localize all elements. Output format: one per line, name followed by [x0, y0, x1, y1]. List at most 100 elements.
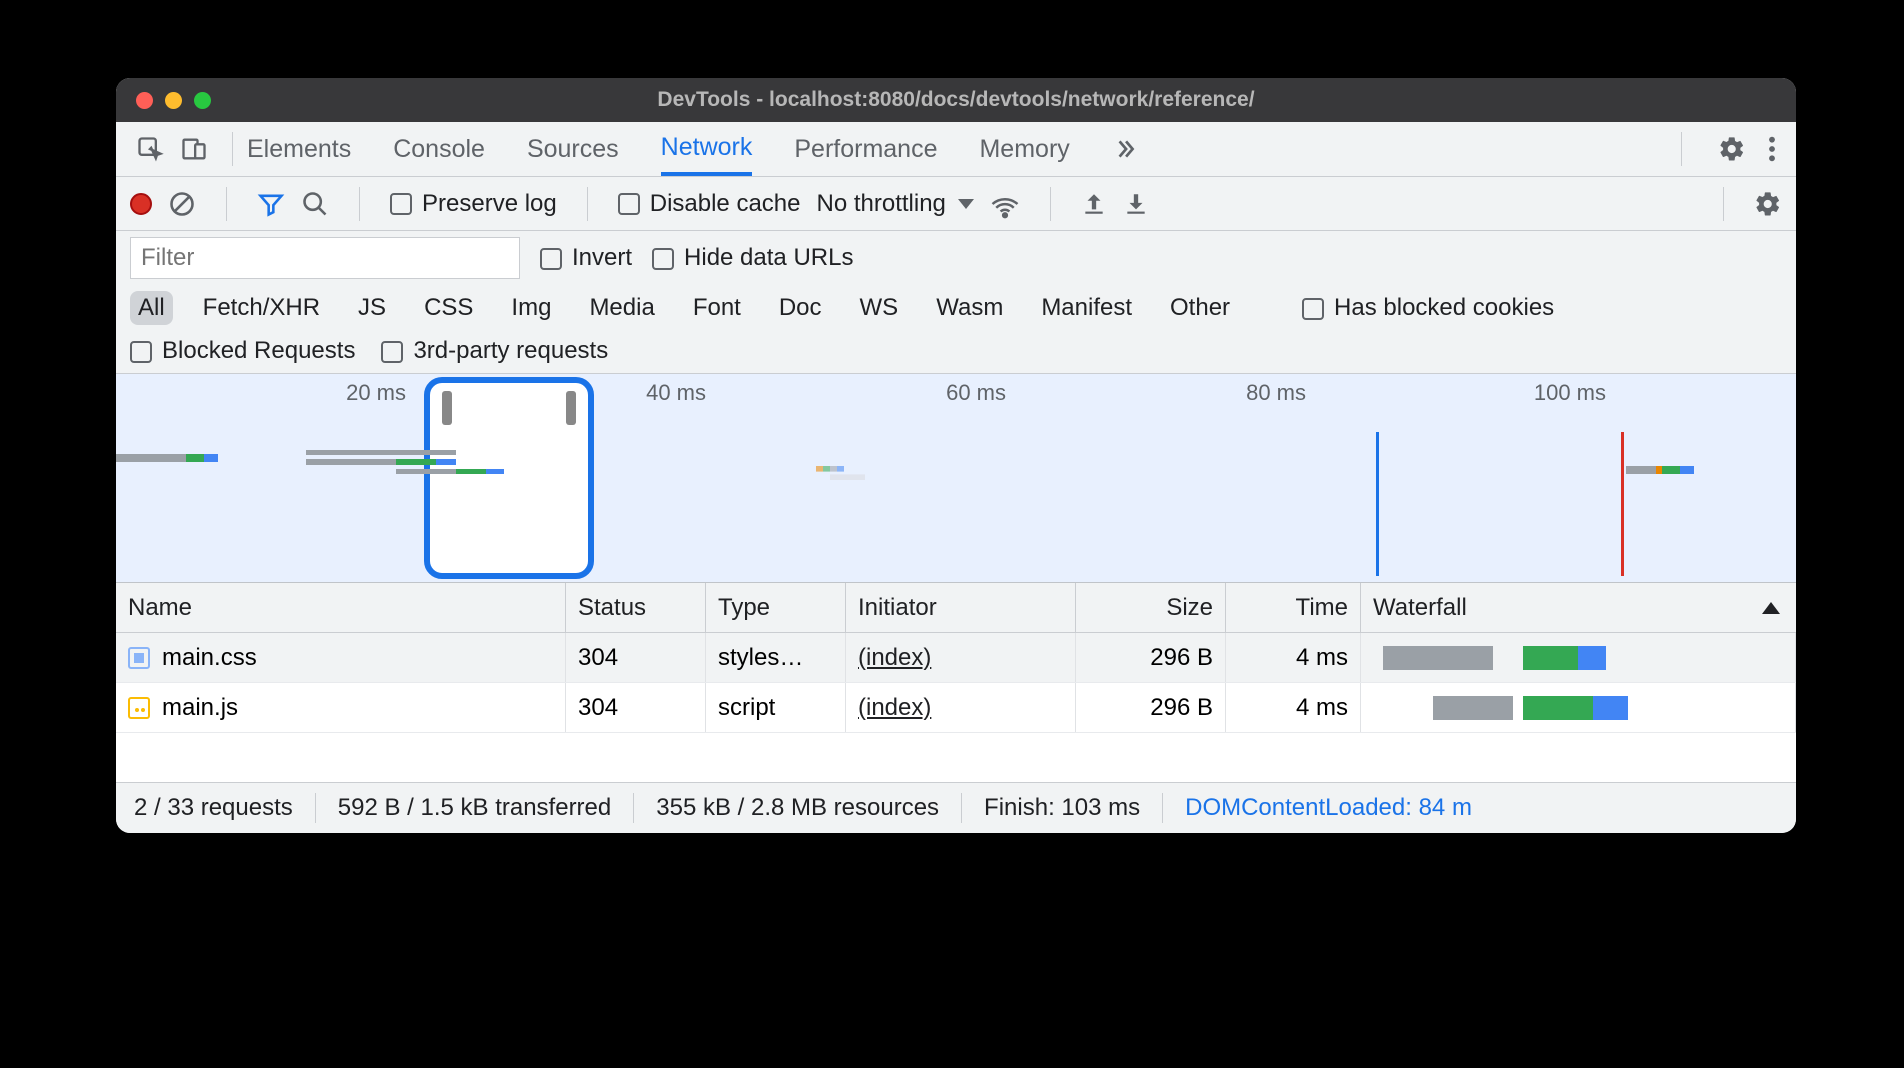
col-header-size[interactable]: Size: [1076, 583, 1226, 632]
col-header-initiator[interactable]: Initiator: [846, 583, 1076, 632]
type-filter-row: All Fetch/XHR JS CSS Img Media Font Doc …: [130, 291, 1782, 325]
timeline-tick: 80 ms: [1246, 380, 1306, 406]
devtools-window: DevTools - localhost:8080/docs/devtools/…: [116, 78, 1796, 833]
settings-gear-icon[interactable]: [1718, 135, 1746, 163]
divider: [232, 132, 233, 166]
hide-data-urls-checkbox[interactable]: Hide data URLs: [652, 244, 853, 272]
tab-memory[interactable]: Memory: [979, 122, 1069, 176]
inspect-element-icon[interactable]: [136, 135, 164, 163]
window-title: DevTools - localhost:8080/docs/devtools/…: [116, 88, 1796, 112]
divider: [359, 187, 360, 221]
third-party-checkbox[interactable]: 3rd-party requests: [381, 337, 608, 365]
blocked-requests-label: Blocked Requests: [162, 337, 355, 364]
col-header-time[interactable]: Time: [1226, 583, 1361, 632]
disable-cache-checkbox[interactable]: Disable cache: [618, 190, 801, 218]
type-filter-js[interactable]: JS: [350, 291, 394, 325]
network-toolbar: Preserve log Disable cache No throttling: [116, 177, 1796, 231]
record-button[interactable]: [130, 193, 152, 215]
load-marker: [1621, 432, 1624, 576]
type-filter-fetchxhr[interactable]: Fetch/XHR: [195, 291, 328, 325]
tab-console[interactable]: Console: [393, 122, 485, 176]
type-filter-wasm[interactable]: Wasm: [928, 291, 1011, 325]
requests-table-header: Name Status Type Initiator Size Time Wat…: [116, 583, 1796, 633]
tab-sources[interactable]: Sources: [527, 122, 619, 176]
filter-funnel-icon[interactable]: [257, 190, 285, 218]
divider: [226, 187, 227, 221]
chevron-down-icon: [958, 199, 974, 209]
dcl-marker: [1376, 432, 1379, 576]
network-conditions-icon[interactable]: [990, 189, 1020, 219]
tab-performance[interactable]: Performance: [794, 122, 937, 176]
sort-caret-up-icon: [1762, 602, 1780, 614]
table-row[interactable]: main.css304styles…(index)296 B4 ms: [116, 633, 1796, 683]
col-header-waterfall[interactable]: Waterfall: [1361, 583, 1796, 632]
divider: [1050, 187, 1051, 221]
device-toolbar-icon[interactable]: [180, 135, 208, 163]
request-status: 304: [566, 683, 706, 732]
type-filter-css[interactable]: CSS: [416, 291, 481, 325]
js-file-icon: [128, 697, 150, 719]
preserve-log-label: Preserve log: [422, 190, 557, 217]
clear-icon[interactable]: [168, 190, 196, 218]
network-settings-gear-icon[interactable]: [1754, 190, 1782, 218]
tab-elements[interactable]: Elements: [247, 122, 351, 176]
type-filter-font[interactable]: Font: [685, 291, 749, 325]
filter-input[interactable]: [130, 237, 520, 279]
minimize-window-button[interactable]: [165, 92, 182, 109]
selection-handle-right[interactable]: [566, 391, 576, 425]
type-filter-ws[interactable]: WS: [852, 291, 907, 325]
throttling-select[interactable]: No throttling: [816, 190, 973, 218]
type-filter-doc[interactable]: Doc: [771, 291, 830, 325]
upload-har-icon[interactable]: [1081, 191, 1107, 217]
request-status: 304: [566, 633, 706, 682]
maximize-window-button[interactable]: [194, 92, 211, 109]
disable-cache-label: Disable cache: [650, 190, 801, 217]
request-initiator[interactable]: (index): [858, 694, 931, 722]
search-icon[interactable]: [301, 190, 329, 218]
tab-network[interactable]: Network: [661, 122, 753, 176]
type-filter-manifest[interactable]: Manifest: [1033, 291, 1140, 325]
request-initiator[interactable]: (index): [858, 644, 931, 672]
download-har-icon[interactable]: [1123, 191, 1149, 217]
invert-checkbox[interactable]: Invert: [540, 244, 632, 272]
close-window-button[interactable]: [136, 92, 153, 109]
overview-timeline[interactable]: 20 ms 40 ms 60 ms 80 ms 100 ms: [116, 373, 1796, 583]
table-empty-row: [116, 733, 1796, 783]
request-waterfall: [1361, 633, 1796, 682]
filter-panel: Invert Hide data URLs All Fetch/XHR JS C…: [116, 231, 1796, 373]
type-filter-media[interactable]: Media: [581, 291, 662, 325]
preserve-log-checkbox[interactable]: Preserve log: [390, 190, 557, 218]
request-time: 4 ms: [1226, 683, 1361, 732]
selection-handle-left[interactable]: [442, 391, 452, 425]
type-filter-all[interactable]: All: [130, 291, 173, 325]
divider: [1681, 132, 1682, 166]
type-filter-other[interactable]: Other: [1162, 291, 1238, 325]
invert-label: Invert: [572, 244, 632, 271]
status-dcl: DOMContentLoaded: 84 m: [1185, 794, 1472, 822]
blocked-requests-checkbox[interactable]: Blocked Requests: [130, 337, 355, 365]
timeline-tick: 40 ms: [646, 380, 706, 406]
timeline-tick: 20 ms: [346, 380, 406, 406]
col-header-name[interactable]: Name: [116, 583, 566, 632]
has-blocked-cookies-label: Has blocked cookies: [1334, 294, 1554, 321]
table-row[interactable]: main.js304script(index)296 B4 ms: [116, 683, 1796, 733]
col-header-type[interactable]: Type: [706, 583, 846, 632]
kebab-menu-icon[interactable]: [1768, 135, 1776, 163]
panel-tabs-row: Elements Console Sources Network Perform…: [116, 122, 1796, 177]
status-requests: 2 / 33 requests: [134, 794, 293, 822]
more-tabs-icon[interactable]: [1112, 136, 1138, 162]
request-size: 296 B: [1076, 633, 1226, 682]
type-filter-img[interactable]: Img: [503, 291, 559, 325]
status-finish: Finish: 103 ms: [984, 794, 1140, 822]
timeline-selection-highlight[interactable]: [424, 377, 594, 579]
request-time: 4 ms: [1226, 633, 1361, 682]
hide-data-urls-label: Hide data URLs: [684, 244, 853, 271]
has-blocked-cookies-checkbox[interactable]: Has blocked cookies: [1302, 294, 1554, 322]
timeline-tick: 60 ms: [946, 380, 1006, 406]
request-type: styles…: [706, 633, 846, 682]
css-file-icon: [128, 647, 150, 669]
request-name: main.js: [162, 694, 238, 722]
col-header-status[interactable]: Status: [566, 583, 706, 632]
request-type: script: [706, 683, 846, 732]
window-controls: [116, 92, 211, 109]
